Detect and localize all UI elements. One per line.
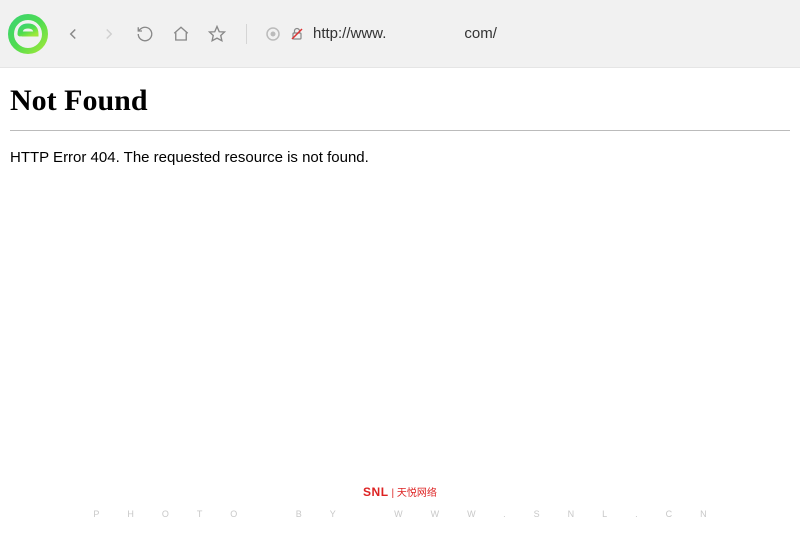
security-lock-icon — [289, 26, 305, 42]
watermark-letters: PHOTO BY WWW.SNL.CN — [0, 509, 800, 519]
toolbar-separator — [246, 24, 247, 44]
forward-button[interactable] — [98, 23, 120, 45]
error-message: HTTP Error 404. The requested resource i… — [10, 149, 790, 166]
brand-sub: | 天悦网络 — [392, 488, 437, 499]
page-content: Not Found HTTP Error 404. The requested … — [0, 68, 800, 176]
favorite-button[interactable] — [206, 23, 228, 45]
home-button[interactable] — [170, 23, 192, 45]
back-button[interactable] — [62, 23, 84, 45]
brand-main: SNL — [363, 485, 389, 499]
error-title: Not Found — [10, 84, 790, 118]
url-suffix: com/ — [464, 25, 497, 42]
watermark-brand: SNL| 天悦网络 — [0, 484, 800, 499]
browser-logo — [8, 14, 48, 54]
address-bar[interactable]: http://www. com/ — [265, 25, 792, 42]
browser-toolbar: http://www. com/ — [0, 0, 800, 68]
site-identity-icon — [265, 26, 281, 42]
watermark-footer: SNL| 天悦网络 PHOTO BY WWW.SNL.CN — [0, 484, 800, 519]
reload-button[interactable] — [134, 23, 156, 45]
url-text: http://www. com/ — [313, 25, 497, 42]
divider — [10, 130, 790, 131]
url-prefix: http://www. — [313, 25, 386, 42]
